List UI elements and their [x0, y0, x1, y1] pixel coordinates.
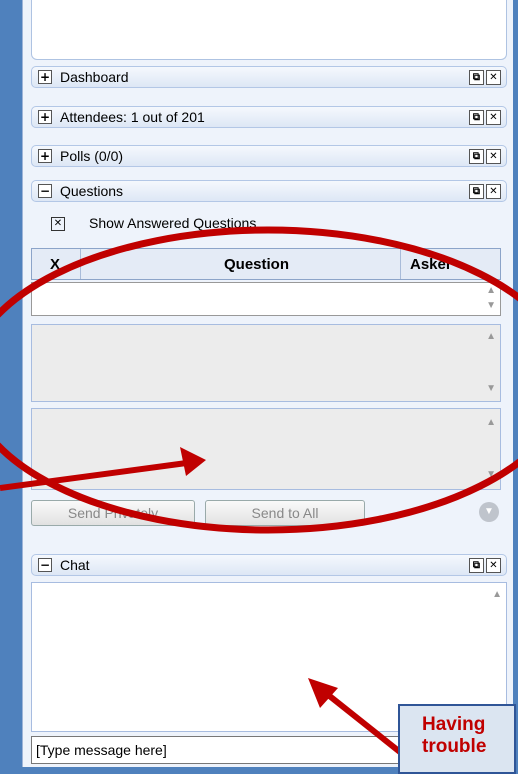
callout-line-1: Having — [422, 714, 486, 735]
arrow-head-icon — [308, 678, 338, 708]
annotation-arrow-bottom — [320, 687, 412, 763]
callout-box: Having trouble — [398, 704, 516, 774]
callout-line-2: trouble — [422, 736, 487, 757]
highlight-ellipse — [0, 226, 518, 534]
arrow-head-icon — [180, 447, 206, 476]
annotation-arrow-left — [0, 459, 195, 491]
annotation-overlay — [0, 226, 518, 763]
